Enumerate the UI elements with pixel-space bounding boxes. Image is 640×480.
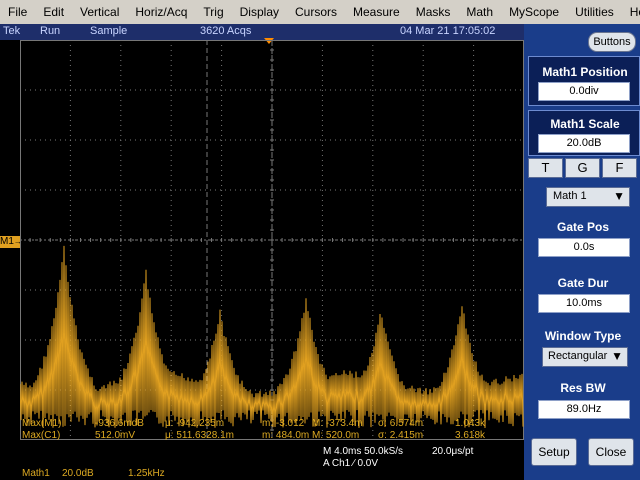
timebase-readout[interactable]: M 4.0ms 50.0kS/s [323,446,403,457]
menu-edit[interactable]: Edit [35,0,72,24]
tab-gate[interactable]: G [565,158,600,178]
meas-row1-min: m: -3.012 [262,418,305,429]
gate-dur-field[interactable]: 10.0ms [538,294,630,313]
oscilloscope-screen: File Edit Vertical Horiz/Acq Trig Display Curs… [0,0,640,480]
brand-label: Tek [3,25,21,37]
math1-readout-scale: 20.0dB [62,468,94,479]
window-type-title: Window Type [544,329,622,343]
window-type-select[interactable]: Rectangular ▼ [542,347,628,367]
dropdown-arrow-icon: ▼ [611,349,623,363]
meas-row1-label: Max(M1) [22,418,62,429]
math1-readout-freq: 1.25kHz [128,468,165,479]
meas-row1-sigma: σ: 6.574m [378,418,424,429]
menu-myscope[interactable]: MyScope [501,0,567,24]
gate-pos-title: Gate Pos [556,220,610,234]
math-position-field[interactable]: 0.0div [538,82,630,101]
gate-dur-title: Gate Dur [557,276,609,290]
res-bw-field[interactable]: 89.0Hz [538,400,630,419]
run-state: Run [40,25,61,37]
menu-bar: File Edit Vertical Horiz/Acq Trig Display Curs… [0,0,640,24]
menu-measure[interactable]: Measure [345,0,408,24]
menu-vertical[interactable]: Vertical [72,0,127,24]
math-scale-title: Math1 Scale [550,117,620,131]
date-time: 04 Mar 21 17:05:02 [400,25,496,37]
menu-trig[interactable]: Trig [195,0,231,24]
tab-frequency[interactable]: F [602,158,637,178]
math1-reference-marker[interactable]: M1→ [0,236,22,248]
meas-row1-count: 1.043k [455,418,486,429]
meas-row2-value: 512.0mV [95,430,136,441]
meas-row2-max: M: 520.0m [312,430,360,441]
menu-display[interactable]: Display [232,0,287,24]
res-bw-title: Res BW [560,381,606,395]
meas-row2-sigma: σ: 2.415m [378,430,424,441]
menu-cursors[interactable]: Cursors [287,0,345,24]
window-type-value: Rectangular [548,350,608,362]
math1-readout-label[interactable]: Math1 [22,468,50,479]
setup-button[interactable]: Setup [531,438,577,466]
acq-count: 3620 Acqs [200,25,252,37]
meas-row2-count: 3.618k [455,430,486,441]
gate-pos-field[interactable]: 0.0s [538,238,630,257]
menu-help[interactable]: Help [622,0,640,24]
status-bar: Tek Run Sample 3620 Acqs 04 Mar 21 17:05… [0,24,524,40]
dropdown-arrow-icon: ▼ [613,189,625,203]
meas-row2-mean: μ: 511.6328.1m [165,430,234,441]
menu-math[interactable]: Math [458,0,501,24]
close-button[interactable]: Close [588,438,634,466]
meas-row2-min: m: 484.0m [262,430,310,441]
waveform-display[interactable] [20,40,524,440]
math-source-select[interactable]: Math 1 ▼ [546,187,630,207]
menu-file[interactable]: File [0,0,35,24]
menu-horiz-acq[interactable]: Horiz/Acq [127,0,195,24]
math-scale-field[interactable]: 20.0dB [538,134,630,153]
menu-masks[interactable]: Masks [408,0,459,24]
math-source-value: Math 1 [553,190,587,202]
menu-utilities[interactable]: Utilities [567,0,622,24]
resolution-readout: 20.0μs/pt [432,446,474,457]
tab-time[interactable]: T [528,158,563,178]
acq-mode: Sample [90,25,128,37]
meas-row2-label: Max(C1) [22,430,61,441]
math1-marker-label: M1 [0,236,14,247]
math-position-title: Math1 Position [542,65,628,79]
meas-row1-max: M: -373.4m [312,418,363,429]
buttons-button[interactable]: Buttons [588,32,636,52]
meas-row1-value: -936.6mdB [95,418,144,429]
meas-row1-mean: μ: -942.235m [165,418,225,429]
trigger-readout[interactable]: A Ch1 ∕ 0.0V [323,458,378,469]
